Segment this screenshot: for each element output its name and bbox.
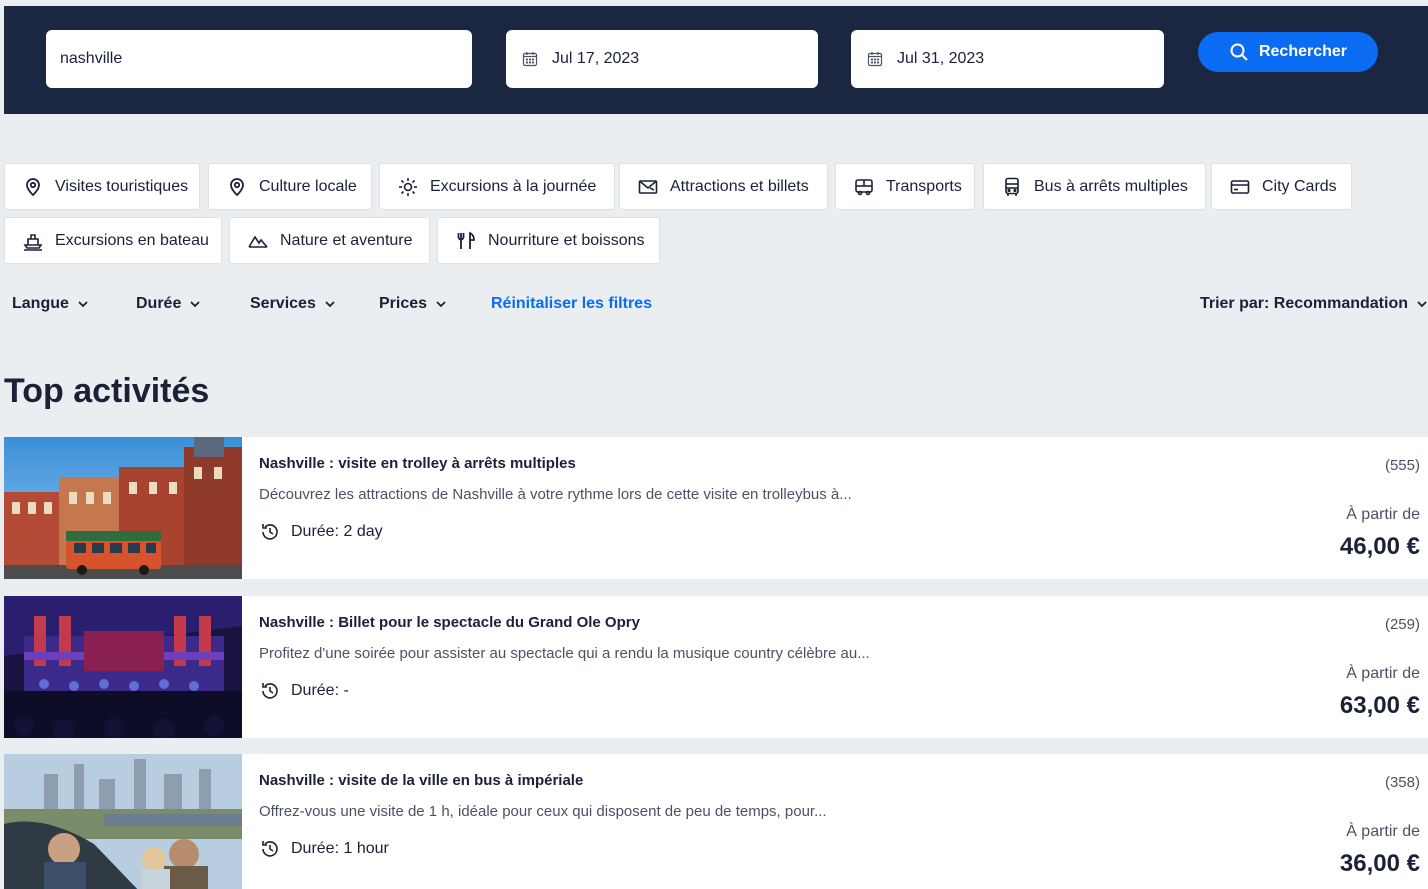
category-label: City Cards	[1262, 177, 1337, 195]
activity-duration: Durée: 1 hour	[259, 838, 389, 860]
fork-knife-icon	[457, 231, 475, 249]
activity-title[interactable]: Nashville : visite en trolley à arrêts m…	[259, 455, 576, 472]
category-chip-excursions-journee[interactable]: Excursions à la journée	[379, 163, 615, 210]
category-label: Nourriture et boissons	[488, 231, 645, 249]
reset-filters-link[interactable]: Réinitaliser les filtres	[491, 295, 652, 313]
activity-card[interactable]: Nashville : Billet pour le spectacle du …	[4, 596, 1428, 738]
filter-services-label: Services	[250, 295, 316, 312]
activity-price: 63,00 €	[1339, 692, 1420, 719]
price-from-label: À partir de	[1346, 665, 1420, 682]
sun-icon	[399, 177, 417, 196]
activity-info: Nashville : Billet pour le spectacle du …	[242, 596, 1428, 738]
activity-info: Nashville : visite de la ville en bus à …	[242, 754, 1428, 889]
bus-front-icon	[1005, 177, 1019, 196]
activity-price: 36,00 €	[1339, 850, 1420, 877]
ticket-icon	[638, 179, 658, 194]
review-count: (358)	[1384, 774, 1420, 791]
sort-label: Trier par: Recommandation	[1199, 295, 1408, 312]
bus-icon	[855, 178, 873, 195]
location-pin-icon	[26, 177, 40, 196]
activity-description: Offrez-vous une visite de 1 h, idéale po…	[259, 803, 827, 820]
activity-duration: Durée: -	[259, 680, 349, 702]
end-date-field[interactable]: Jul 31, 2023	[851, 30, 1164, 88]
category-chip-nature-aventure[interactable]: Nature et aventure	[229, 217, 430, 264]
category-label: Attractions et billets	[670, 177, 809, 195]
category-label: Culture locale	[259, 177, 357, 195]
sort-dropdown[interactable]: Trier par: Recommandation	[1200, 295, 1428, 313]
search-button-label: Rechercher	[1258, 43, 1348, 60]
search-input[interactable]	[46, 30, 472, 88]
search-query-input[interactable]	[60, 50, 472, 68]
category-label: Bus à arrêts multiples	[1034, 177, 1188, 195]
activity-duration-text: Durée: 1 hour	[291, 840, 389, 857]
review-count: (259)	[1384, 616, 1420, 633]
chevron-down-icon	[190, 301, 200, 308]
start-date-value: Jul 17, 2023	[552, 50, 640, 67]
category-chip-culture-locale[interactable]: Culture locale	[208, 163, 372, 210]
price-from-label: À partir de	[1346, 823, 1420, 840]
chevron-down-icon	[78, 301, 88, 308]
activity-duration-text: Durée: 2 day	[291, 523, 383, 540]
activity-card[interactable]: Nashville : visite de la ville en bus à …	[4, 754, 1428, 889]
activity-info: Nashville : visite en trolley à arrêts m…	[242, 437, 1428, 579]
mountain-icon	[248, 235, 268, 248]
category-chip-nourriture-boissons[interactable]: Nourriture et boissons	[437, 217, 660, 264]
activity-thumbnail	[4, 596, 242, 738]
activity-price: 46,00 €	[1339, 533, 1420, 560]
category-chip-excursions-bateau[interactable]: Excursions en bateau	[4, 217, 222, 264]
category-chip-visites-touristiques[interactable]: Visites touristiques	[4, 163, 200, 210]
filter-duration[interactable]: Durée	[136, 295, 201, 313]
category-chip-attractions-billets[interactable]: Attractions et billets	[619, 163, 828, 210]
chevron-down-icon	[436, 301, 446, 308]
filter-services[interactable]: Services	[250, 295, 336, 313]
boat-icon	[23, 233, 43, 251]
category-label: Excursions en bateau	[55, 231, 209, 249]
activity-description: Profitez d'une soirée pour assister au s…	[259, 645, 870, 662]
activity-thumbnail	[4, 437, 242, 579]
category-label: Transports	[886, 177, 962, 195]
price-from-label: À partir de	[1346, 506, 1420, 523]
calendar-icon	[522, 52, 538, 67]
activity-title[interactable]: Nashville : visite de la ville en bus à …	[259, 772, 583, 789]
category-label: Visites touristiques	[55, 177, 189, 195]
category-label: Excursions à la journée	[430, 177, 597, 195]
search-header: Jul 17, 2023 Jul 31, 2023 Rechercher	[4, 6, 1428, 114]
end-date-value: Jul 31, 2023	[897, 50, 985, 67]
section-title: Top activités	[4, 372, 210, 410]
filter-duration-label: Durée	[136, 295, 182, 312]
filter-prices-label: Prices	[379, 295, 428, 312]
filter-language[interactable]: Langue	[12, 295, 89, 313]
activity-duration: Durée: 2 day	[259, 521, 383, 543]
activity-description: Découvrez les attractions de Nashville à…	[259, 486, 852, 503]
activity-title[interactable]: Nashville : Billet pour le spectacle du …	[259, 614, 640, 631]
chevron-down-icon	[1417, 301, 1427, 308]
search-button[interactable]: Rechercher	[1198, 32, 1378, 72]
activity-card[interactable]: Nashville : visite en trolley à arrêts m…	[4, 437, 1428, 579]
review-count: (555)	[1384, 457, 1420, 474]
activity-thumbnail	[4, 754, 242, 889]
filter-language-label: Langue	[12, 295, 69, 312]
start-date-field[interactable]: Jul 17, 2023	[506, 30, 818, 88]
category-chip-city-cards[interactable]: City Cards	[1211, 163, 1352, 210]
card-icon	[1230, 179, 1250, 194]
filter-bar: Langue Durée Services Prices Réinitalise…	[12, 295, 1428, 317]
search-icon	[1230, 43, 1248, 61]
chevron-down-icon	[325, 301, 335, 308]
activity-duration-text: Durée: -	[291, 682, 349, 699]
clock-history-icon	[262, 841, 278, 857]
location-pin-icon	[230, 177, 244, 196]
category-chip-bus-arrets-multiples[interactable]: Bus à arrêts multiples	[983, 163, 1206, 210]
calendar-icon	[867, 52, 883, 67]
filter-prices[interactable]: Prices	[379, 295, 447, 313]
clock-history-icon	[262, 683, 278, 699]
category-label: Nature et aventure	[280, 231, 413, 249]
clock-history-icon	[262, 524, 278, 540]
category-chip-transports[interactable]: Transports	[835, 163, 975, 210]
